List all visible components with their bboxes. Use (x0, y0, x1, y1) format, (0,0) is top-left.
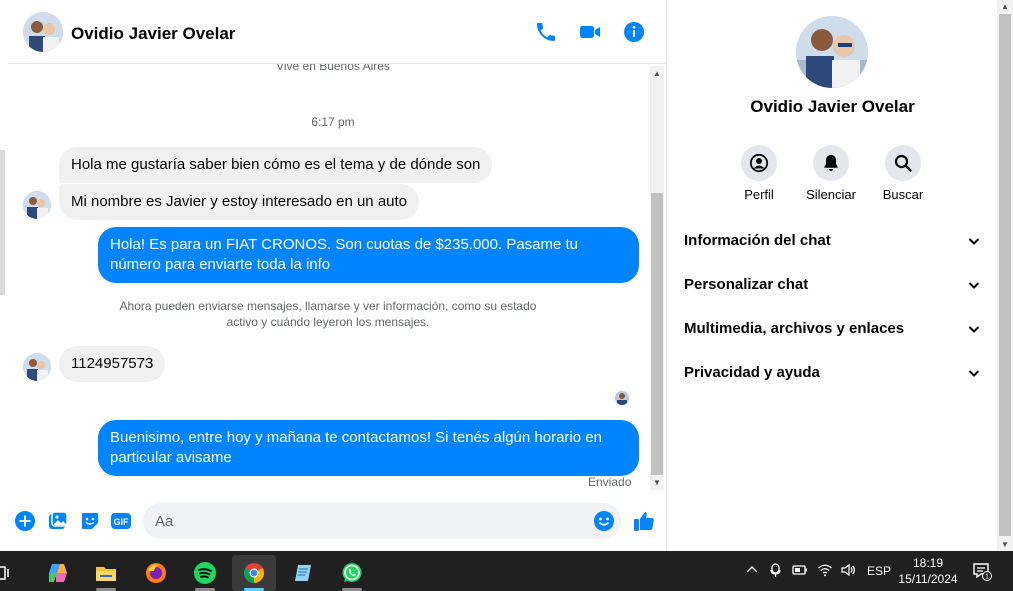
chevron-down-icon (968, 238, 980, 245)
sent-status: Enviado (588, 475, 632, 489)
incoming-message[interactable]: Mi nombre es Javier y estoy interesado e… (59, 184, 420, 220)
sticker-icon[interactable] (79, 510, 101, 532)
section-label: Privacidad y ayuda (684, 364, 820, 381)
incoming-message[interactable]: Hola me gustaría saber bien cómo es el t… (59, 147, 493, 183)
chevron-up-icon[interactable] (744, 562, 760, 578)
chat-pane: Ovidio Javier Ovelar Vive en Buenos Aire… (8, 0, 666, 551)
firefox-icon[interactable] (134, 555, 178, 591)
outgoing-message[interactable]: Hola! Es para un FIAT CRONOS. Son cuotas… (98, 227, 639, 283)
page-scrollbar[interactable]: ▲ ▼ (997, 0, 1013, 551)
spotify-icon[interactable] (183, 555, 227, 591)
bell-icon (813, 145, 849, 181)
messenger-window: Ovidio Javier Ovelar Vive en Buenos Aire… (0, 0, 1013, 551)
mute-button[interactable]: Silenciar (796, 145, 866, 202)
emoji-icon[interactable] (593, 510, 615, 532)
section-label: Multimedia, archivos y enlaces (684, 320, 905, 337)
language-indicator[interactable]: ESP (867, 564, 891, 578)
meet-now-icon[interactable] (768, 562, 784, 578)
search-button[interactable]: Buscar (868, 145, 938, 202)
chevron-down-icon (968, 370, 980, 377)
notepad-icon[interactable] (281, 555, 325, 591)
file-explorer-icon[interactable] (84, 555, 128, 591)
message-input[interactable] (143, 503, 621, 539)
system-notice: Ahora pueden enviarse mensajes, llamarse… (119, 299, 537, 329)
notification-count: 1 (985, 574, 989, 581)
section-label: Personalizar chat (684, 276, 809, 293)
clock-time: 18:19 (912, 556, 944, 570)
chevron-down-icon (968, 282, 980, 289)
wifi-icon[interactable] (817, 562, 833, 578)
left-edge (0, 0, 8, 551)
composer: GIF (8, 491, 666, 551)
section-label: Información del chat (684, 232, 831, 249)
section-media-files-links[interactable]: Multimedia, archivos y enlaces (684, 315, 982, 345)
panel-contact-name: Ovidio Javier Ovelar (750, 97, 915, 116)
section-customize-chat[interactable]: Personalizar chat (684, 271, 982, 301)
contact-name[interactable]: Ovidio Javier Ovelar (71, 24, 235, 44)
chrome-icon[interactable] (232, 555, 276, 591)
time-separator: 6:17 pm (311, 115, 355, 129)
add-icon[interactable] (14, 510, 36, 532)
search-icon (885, 145, 921, 181)
chat-scrollbar[interactable]: ▲ ▼ (650, 66, 664, 490)
mute-label: Silenciar (806, 187, 856, 202)
clock-date: 15/11/2024 (898, 572, 958, 586)
contact-location-text: Vive en Buenos Aires (276, 64, 390, 73)
gif-label: GIF (114, 517, 130, 527)
contact-avatar[interactable] (23, 12, 63, 52)
section-privacy-help[interactable]: Privacidad y ayuda (684, 359, 982, 389)
search-label: Buscar (882, 187, 924, 202)
section-chat-info[interactable]: Información del chat (684, 227, 982, 257)
photo-icon[interactable] (47, 510, 69, 532)
phone-icon[interactable] (534, 20, 558, 44)
gif-icon[interactable]: GIF (110, 510, 132, 532)
contact-avatar-small (23, 353, 51, 381)
profile-icon (741, 145, 777, 181)
contact-avatar-small (23, 191, 51, 219)
thumbs-up-icon[interactable] (632, 509, 656, 533)
clock[interactable]: 18:19 15/11/2024 (892, 555, 964, 587)
profile-button[interactable]: Perfil (724, 145, 794, 202)
notification-icon[interactable]: 1 (972, 561, 992, 581)
chevron-down-icon (968, 326, 980, 333)
volume-icon[interactable] (840, 562, 856, 578)
video-call-icon[interactable] (578, 20, 602, 44)
outgoing-message[interactable]: Buenisimo, entre hoy y mañana te contact… (98, 420, 639, 476)
conversation-info-panel: Ovidio Javier Ovelar Perfil Silenciar Bu… (666, 0, 997, 551)
chat-header: Ovidio Javier Ovelar (8, 0, 666, 64)
task-view-icon[interactable] (0, 555, 18, 591)
seen-indicator-avatar (615, 391, 629, 405)
whatsapp-icon[interactable] (330, 555, 374, 591)
message-list: Vive en Buenos Aires 6:17 pm Hola me gus… (8, 64, 658, 491)
contact-avatar-large[interactable] (796, 16, 868, 88)
copilot-icon[interactable] (36, 555, 80, 591)
info-icon[interactable] (622, 20, 646, 44)
windows-taskbar: ESP 18:19 15/11/2024 1 (0, 551, 1013, 591)
incoming-message[interactable]: 1124957573 (59, 346, 166, 382)
profile-label: Perfil (744, 187, 774, 202)
battery-icon[interactable] (792, 562, 808, 578)
